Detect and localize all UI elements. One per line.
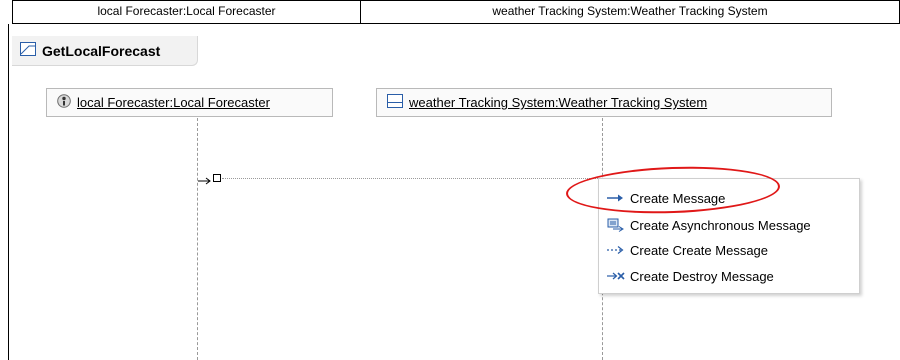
lifeline-label: weather Tracking System:Weather Tracking… bbox=[409, 95, 708, 110]
menu-item-label: Create Asynchronous Message bbox=[630, 217, 811, 233]
editor-frame-edge bbox=[8, 24, 9, 360]
menu-item-label: Create Destroy Message bbox=[630, 268, 774, 284]
message-source-handle[interactable] bbox=[213, 174, 221, 182]
menu-item-create-destroy-message[interactable]: Create Destroy Message bbox=[603, 265, 857, 287]
interaction-title: GetLocalForecast bbox=[42, 42, 161, 59]
actor-icon bbox=[57, 94, 71, 111]
interaction-frame-tab[interactable]: GetLocalForecast bbox=[12, 36, 198, 66]
menu-item-label: Create Create Message bbox=[630, 242, 769, 258]
interaction-icon bbox=[20, 42, 36, 59]
header-lifeline-weather-tracking-system[interactable]: weather Tracking System:Weather Tracking… bbox=[361, 0, 900, 24]
menu-item-create-create-message[interactable]: Create Create Message bbox=[603, 239, 857, 261]
message-feedback-line bbox=[222, 178, 600, 179]
message-arrow-icon bbox=[198, 174, 212, 189]
async-message-icon bbox=[606, 217, 626, 233]
lifeline-dashed-line-a[interactable] bbox=[197, 118, 198, 360]
destroy-message-icon bbox=[606, 268, 626, 284]
menu-item-create-asynchronous-message[interactable]: Create Asynchronous Message bbox=[603, 214, 857, 236]
lifeline-weather-tracking-system[interactable]: weather Tracking System:Weather Tracking… bbox=[376, 88, 832, 117]
lifeline-header-strip: local Forecaster:Local Forecaster weathe… bbox=[12, 0, 900, 26]
class-icon bbox=[387, 94, 403, 111]
header-lifeline-local-forecaster[interactable]: local Forecaster:Local Forecaster bbox=[12, 0, 361, 24]
lifeline-local-forecaster[interactable]: local Forecaster:Local Forecaster bbox=[46, 88, 333, 117]
create-message-dashed-arrow-icon bbox=[606, 242, 626, 258]
lifeline-label: local Forecaster:Local Forecaster bbox=[77, 95, 270, 110]
